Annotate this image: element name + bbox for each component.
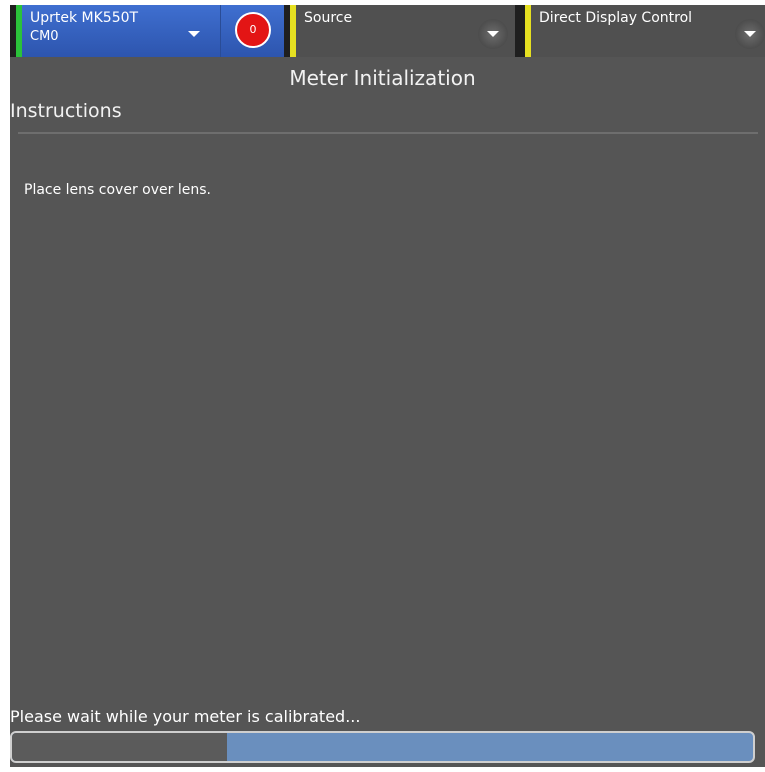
display-control-dropdown-button[interactable] bbox=[735, 19, 765, 49]
display-control-label: Direct Display Control bbox=[539, 10, 693, 26]
display-control-status-stripe bbox=[525, 5, 531, 57]
chevron-down-icon bbox=[744, 31, 756, 37]
meter-name: Uprtek MK550T bbox=[30, 10, 139, 26]
progress-fill bbox=[12, 733, 227, 761]
instruction-text: Place lens cover over lens. bbox=[24, 182, 211, 198]
page-title: Meter Initialization bbox=[289, 66, 476, 90]
instructions-heading: Instructions bbox=[10, 100, 122, 122]
section-divider bbox=[18, 132, 758, 134]
source-selector[interactable]: Source bbox=[290, 5, 515, 57]
notification-panel[interactable]: 0 bbox=[220, 5, 284, 57]
notification-count-badge[interactable]: 0 bbox=[235, 12, 271, 48]
meter-status-stripe bbox=[16, 5, 22, 57]
meter-port: CM0 bbox=[30, 29, 59, 44]
meter-selector[interactable]: Uprtek MK550T CM0 bbox=[16, 5, 220, 57]
chevron-down-icon bbox=[487, 31, 499, 37]
source-status-stripe bbox=[290, 5, 296, 57]
device-bar: Uprtek MK550T CM0 0 Source Direct Displa… bbox=[10, 5, 765, 57]
calibration-status-text: Please wait while your meter is calibrat… bbox=[10, 707, 361, 726]
source-label: Source bbox=[304, 10, 353, 26]
source-dropdown-button[interactable] bbox=[478, 19, 508, 49]
display-control-selector[interactable]: Direct Display Control bbox=[525, 5, 765, 57]
app-window: Uprtek MK550T CM0 0 Source Direct Displa… bbox=[10, 5, 765, 767]
calibration-progress-bar bbox=[10, 731, 755, 763]
chevron-down-icon[interactable] bbox=[188, 31, 200, 37]
